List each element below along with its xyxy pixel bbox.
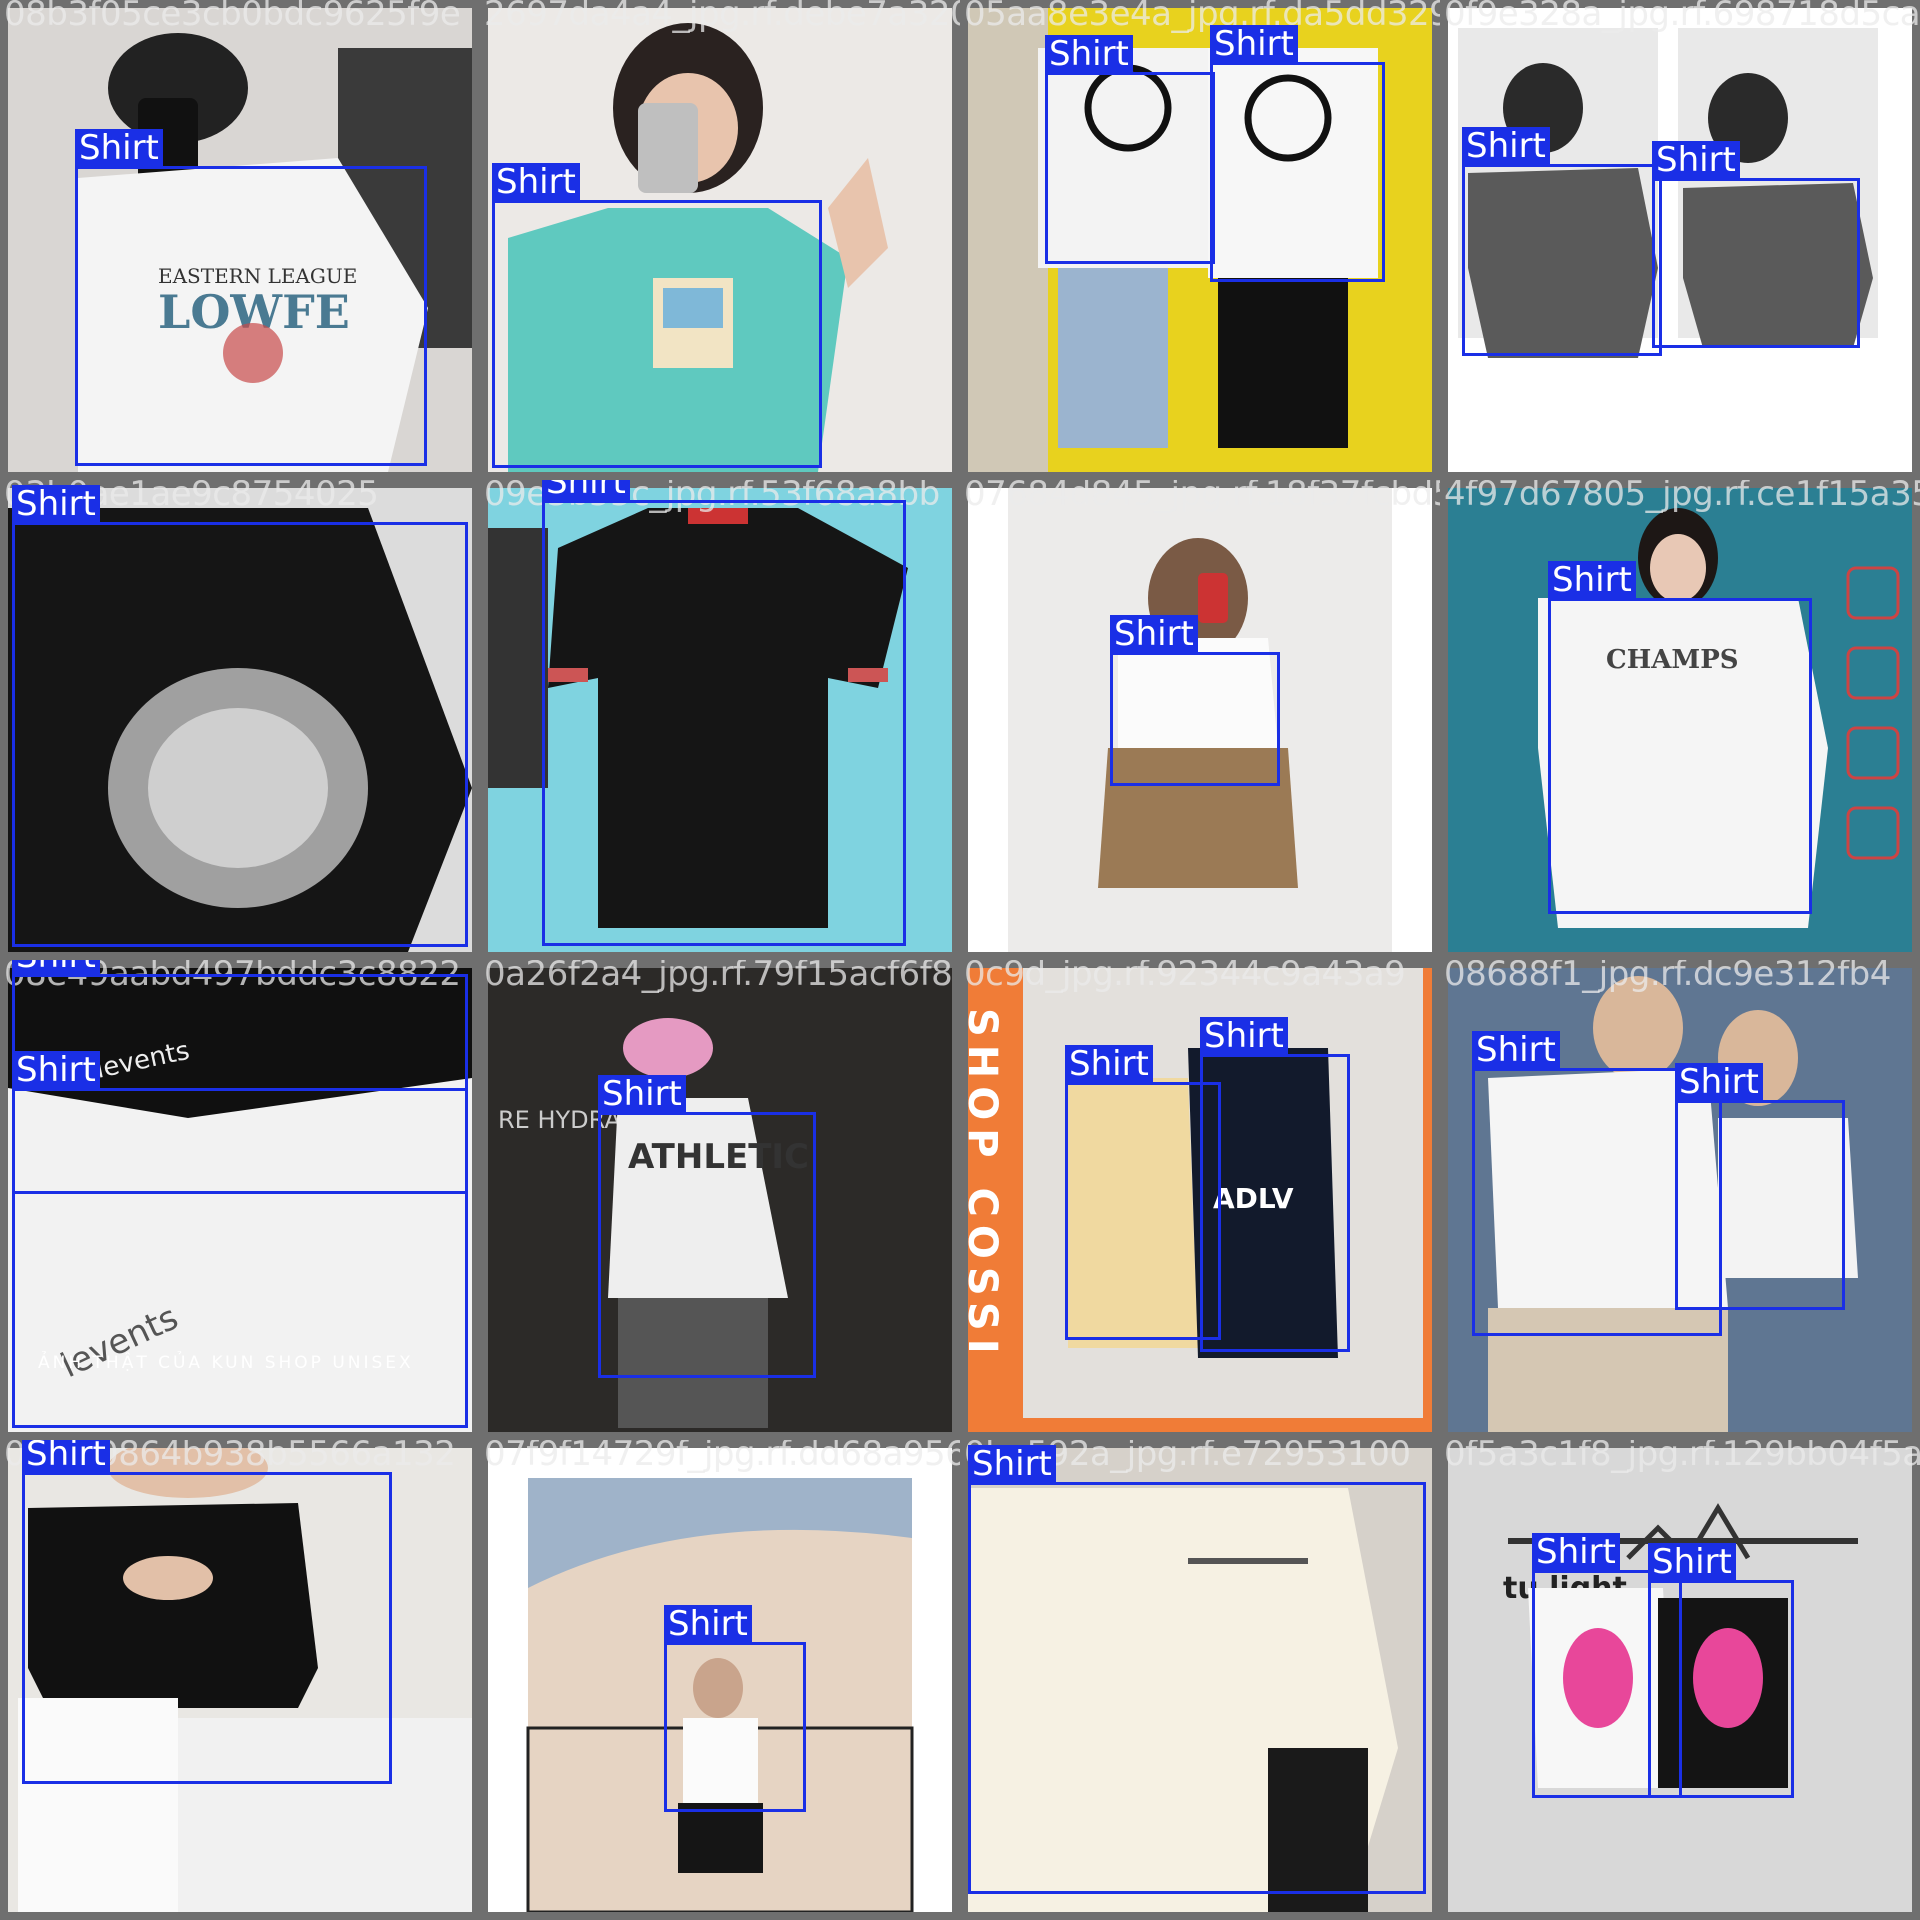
image-mosaic: EASTERN LEAGUE LOWFE 08b3f05ce3cb0bdc962… [0, 0, 1920, 1920]
tile-filename: 0a26f2a4_jpg.rf.79f15acf6f8 [484, 960, 953, 994]
tile-filename: 07f9f14729f_jpg.rf.dd68a956 [484, 1440, 960, 1474]
tile-6: 09e3b55c_jpg.rf.53f68a8bb Shirt [480, 480, 960, 960]
box-label: Shirt [968, 1445, 1056, 1483]
bounding-box: Shirt [968, 1445, 1426, 1894]
bounding-box: Shirt [664, 1605, 806, 1812]
tile-4: 0f9e328a_jpg.rf.698718d5ca Shirt Shirt [1440, 0, 1920, 480]
box-label: Shirt [598, 1075, 686, 1113]
bounding-box: Shirt [1548, 561, 1812, 914]
tile-filename: 4f97d67805_jpg.rf.ce1f15a35f2 [1444, 480, 1920, 514]
box-label: Shirt [12, 1051, 100, 1089]
tile-1: EASTERN LEAGUE LOWFE 08b3f05ce3cb0bdc962… [0, 0, 480, 480]
box-label: Shirt [1110, 615, 1198, 653]
box-label: Shirt [12, 960, 100, 975]
tile-12: 08688f1_jpg.rf.dc9e312fb4 Shirt Shirt [1440, 960, 1920, 1440]
box-label: Shirt [1045, 35, 1133, 73]
tile-14: 07f9f14729f_jpg.rf.dd68a956 Shirt [480, 1440, 960, 1920]
bounding-box: Shirt [1065, 1045, 1221, 1340]
bounding-box: Shirt [1110, 615, 1280, 786]
box-label: Shirt [1648, 1543, 1736, 1581]
box-label: Shirt [1462, 127, 1550, 165]
tile-5: 03b0ae1ae9c8754025 Shirt [0, 480, 480, 960]
box-label: Shirt [1548, 561, 1636, 599]
bounding-box: Shirt [22, 1440, 392, 1784]
bounding-box: Shirt [542, 480, 906, 946]
bounding-box: Shirt [12, 1051, 468, 1428]
tile-7: 07684d845_jpg.rf.18f37fcbd5 Shirt [960, 480, 1440, 960]
box-label: Shirt [12, 485, 100, 523]
box-label: Shirt [1532, 1533, 1620, 1571]
box-label: Shirt [542, 480, 630, 501]
tile-filename: 07684d845_jpg.rf.18f37fcbd5 [964, 480, 1440, 514]
box-label: Shirt [75, 129, 163, 167]
bounding-box: Shirt [12, 485, 468, 947]
tile-filename: 08688f1_jpg.rf.dc9e312fb4 [1444, 960, 1891, 994]
tile-3: 05aa8e3e4a_jpg.rf.da5dd329 Shirt Shirt [960, 0, 1440, 480]
tile-9: levents levents ẢNH THẬT CỦA KUN SHOP UN… [0, 960, 480, 1440]
tile-10: RE HYDRANT ATHLETIC 0a26f2a4_jpg.rf.79f1… [480, 960, 960, 1440]
tile-15: 0ba592a_jpg.rf.e72953100 Shirt [960, 1440, 1440, 1920]
tile-13: 0f4c90864b938b5566a132 Shirt [0, 1440, 480, 1920]
tile-filename: 05aa8e3e4a_jpg.rf.da5dd329 [964, 0, 1440, 34]
tile-filename: 08b3f05ce3cb0bdc9625f9e [4, 0, 461, 34]
tile-11: SHOP COSSI ADLV 0c9d_jpg.rf.92344c9a43a9… [960, 960, 1440, 1440]
box-label: Shirt [1472, 1031, 1560, 1069]
box-label: Shirt [1210, 25, 1298, 63]
bounding-box: Shirt [1200, 1017, 1350, 1352]
box-label: Shirt [1675, 1063, 1763, 1101]
bounding-box: Shirt [1652, 141, 1860, 348]
tile-filename: 2697da4a4_jpg.rf.debe7a320f0 [484, 0, 960, 34]
box-label: Shirt [492, 163, 580, 201]
bounding-box: Shirt [1675, 1063, 1845, 1310]
tile-filename: 0c9d_jpg.rf.92344c9a43a9 [964, 960, 1406, 994]
bounding-box: Shirt [1210, 25, 1385, 282]
box-label: Shirt [1200, 1017, 1288, 1055]
bounding-box: Shirt [598, 1075, 816, 1378]
tile-filename: 0f5a3c1f8_jpg.rf.129bb04f5a [1444, 1440, 1920, 1474]
tile-2: 2697da4a4_jpg.rf.debe7a320f0 Shirt [480, 0, 960, 480]
bounding-box: Shirt [1045, 35, 1215, 264]
bounding-box: Shirt [1462, 127, 1662, 356]
box-label: Shirt [1652, 141, 1740, 179]
bounding-box: Shirt [492, 163, 822, 468]
box-label: Shirt [664, 1605, 752, 1643]
tile-filename: 0f9e328a_jpg.rf.698718d5ca [1444, 0, 1920, 34]
bounding-box: Shirt [75, 129, 427, 466]
bounding-box: Shirt [1648, 1543, 1794, 1798]
box-label: Shirt [22, 1440, 110, 1473]
tile11-banner: SHOP COSSI [968, 1008, 1005, 1362]
tile-8: CHAMPS 4f97d67805_jpg.rf.ce1f15a35f2 Shi… [1440, 480, 1920, 960]
tile-16: tu light 0f5a3c1f8_jpg.rf.129bb04f5a Shi… [1440, 1440, 1920, 1920]
box-label: Shirt [1065, 1045, 1153, 1083]
